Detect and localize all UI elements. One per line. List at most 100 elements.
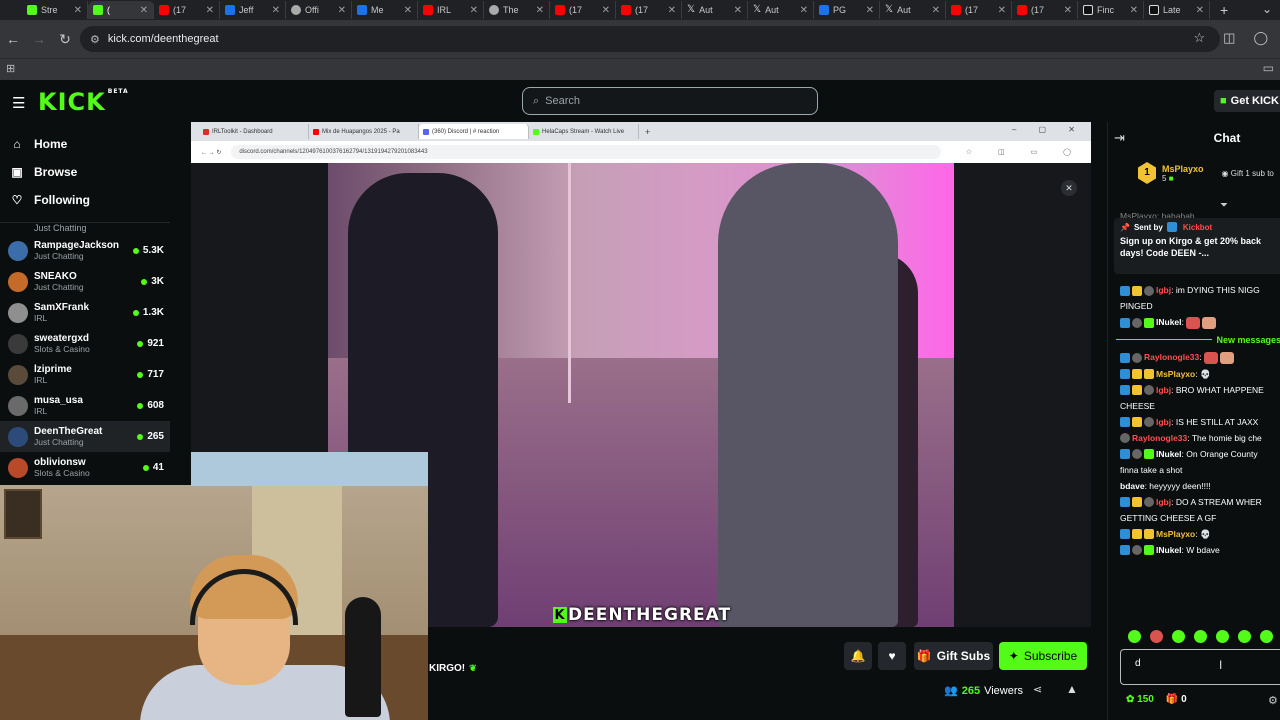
browser-tab[interactable]: (17 ✕ <box>154 1 220 19</box>
chat-username[interactable]: lgbj <box>1156 497 1171 507</box>
browser-tab[interactable]: PG ✕ <box>814 1 880 19</box>
chat-username[interactable]: lgbj <box>1156 285 1171 295</box>
gift-count[interactable]: 🎁 0 <box>1166 694 1187 705</box>
close-tab-icon[interactable]: ✕ <box>602 5 610 16</box>
emote-icon[interactable] <box>1172 630 1185 643</box>
sidebar-item-browse[interactable]: ▣ Browse <box>0 158 170 186</box>
close-tab-icon[interactable]: ✕ <box>998 5 1006 16</box>
browser-tab[interactable]: 𝕏 Aut ✕ <box>682 1 748 19</box>
gift-sub-prompt[interactable]: ◉ Gift 1 sub to <box>1222 169 1274 178</box>
close-tab-icon[interactable]: ✕ <box>1196 5 1204 16</box>
close-tab-icon[interactable]: ✕ <box>470 5 478 16</box>
gift-subs-button[interactable]: 🎁 Gift Subs <box>914 642 993 670</box>
chat-username[interactable]: MsPlayxo <box>1156 529 1195 539</box>
channel-item[interactable]: sweatergxd Slots & Casino 921 <box>0 328 170 359</box>
browser-tab[interactable]: (✕ <box>88 1 154 19</box>
close-tab-icon[interactable]: ✕ <box>734 5 742 16</box>
emote-icon[interactable] <box>1238 630 1251 643</box>
address-bar[interactable]: ⚙ kick.com/deenthegreat <box>80 26 1220 52</box>
browser-tab[interactable]: (17 ✕ <box>616 1 682 19</box>
follow-button[interactable]: ♥ <box>878 642 906 670</box>
chat-username[interactable]: lgbj <box>1156 417 1171 427</box>
chat-username[interactable]: MsPlayxo <box>1156 369 1195 379</box>
menu-icon[interactable]: ☰ <box>12 94 25 112</box>
browser-tab[interactable]: Jeff ✕ <box>220 1 286 19</box>
profile-icon[interactable]: ◯ <box>1253 30 1268 46</box>
get-kick-button[interactable]: ■ Get KICK <box>1214 90 1280 112</box>
browser-tab[interactable]: 𝕏 Aut ✕ <box>880 1 946 19</box>
channel-points[interactable]: ✿ 150 <box>1126 694 1154 705</box>
bookmark-star-icon[interactable]: ☆ <box>1193 30 1205 46</box>
browser-tab[interactable]: Finc ✕ <box>1078 1 1144 19</box>
close-tab-icon[interactable]: ✕ <box>206 5 214 16</box>
browser-tab[interactable]: Stre ✕ <box>22 1 88 19</box>
browser-tab[interactable]: Offi ✕ <box>286 1 352 19</box>
extensions-icon[interactable]: ◫ <box>1223 30 1235 46</box>
reload-icon[interactable]: ↻ <box>52 31 78 48</box>
close-tab-icon[interactable]: ✕ <box>932 5 940 16</box>
channel-item[interactable]: musa_usa IRL 608 <box>0 390 170 421</box>
bookmarks-folder-icon[interactable]: ▭ <box>1263 61 1274 75</box>
kick-logo[interactable]: KICK BETA <box>38 88 129 116</box>
close-tab-icon[interactable]: ✕ <box>1130 5 1138 16</box>
rank-badge: 1 <box>1138 162 1156 184</box>
chat-username[interactable]: lNukel <box>1156 449 1182 459</box>
chat-username[interactable]: Raylonogle33 <box>1132 433 1187 443</box>
apps-grid-icon[interactable]: ⊞ <box>6 62 15 75</box>
channel-item[interactable]: lziprime IRL 717 <box>0 359 170 390</box>
emote-icon[interactable] <box>1194 630 1207 643</box>
close-tab-icon[interactable]: ✕ <box>1064 5 1072 16</box>
channel-item[interactable]: DeenTheGreat Just Chatting 265 <box>0 421 170 452</box>
channel-item[interactable]: oblivionsw Slots & Casino 41 <box>0 452 170 483</box>
share-icon[interactable]: ⋖ <box>1033 683 1042 696</box>
chat-badge-icon <box>1120 317 1130 328</box>
scroll-down-icon[interactable]: ⏷ <box>1220 200 1228 211</box>
chat-username[interactable]: lNukel <box>1156 545 1182 555</box>
sidebar-item-home[interactable]: ⌂ Home <box>0 130 170 158</box>
close-tab-icon[interactable]: ✕ <box>140 5 148 16</box>
chat-settings-gear-icon[interactable]: ⚙ <box>1268 694 1278 707</box>
emote-icon[interactable] <box>1150 630 1163 643</box>
chat-input[interactable]: d I <box>1120 649 1280 685</box>
close-tab-icon[interactable]: ✕ <box>338 5 346 16</box>
chat-username[interactable]: Raylonogle33 <box>1144 352 1199 362</box>
browser-tab[interactable]: (17 ✕ <box>1012 1 1078 19</box>
close-tab-icon[interactable]: ✕ <box>536 5 544 16</box>
close-tab-icon[interactable]: ✕ <box>272 5 280 16</box>
notification-bell-button[interactable]: 🔔 <box>844 642 872 670</box>
browser-tab[interactable]: Me ✕ <box>352 1 418 19</box>
emote-icon[interactable] <box>1260 630 1273 643</box>
new-tab-button[interactable]: + <box>1220 2 1228 18</box>
browser-tab[interactable]: IRL ✕ <box>418 1 484 19</box>
report-warning-icon[interactable]: ▲ <box>1066 682 1078 696</box>
chat-username[interactable]: bdave <box>1120 481 1145 491</box>
browser-tab[interactable]: (17 ✕ <box>550 1 616 19</box>
browser-tab[interactable]: The ✕ <box>484 1 550 19</box>
close-tab-icon[interactable]: ✕ <box>74 5 82 16</box>
chat-text: : On Orange County <box>1181 448 1258 459</box>
chat-username[interactable]: lgbj <box>1156 385 1171 395</box>
search-input[interactable]: ⌕ Search <box>522 87 818 115</box>
browser-tab[interactable]: Late ✕ <box>1144 1 1210 19</box>
browser-tab[interactable]: 𝕏 Aut ✕ <box>748 1 814 19</box>
channel-item[interactable]: RampageJackson Just Chatting 5.3K <box>0 235 170 266</box>
emote-icon[interactable] <box>1216 630 1229 643</box>
forward-icon[interactable]: → <box>26 31 52 47</box>
tab-search-icon[interactable]: ⌄ <box>1262 2 1272 16</box>
browser-tab[interactable]: (17 ✕ <box>946 1 1012 19</box>
channel-item[interactable]: SamXFrank IRL 1.3K <box>0 297 170 328</box>
subscribe-button[interactable]: ✦ Subscribe <box>999 642 1087 670</box>
chat-username[interactable]: lNukel <box>1156 317 1182 327</box>
close-tab-icon[interactable]: ✕ <box>404 5 412 16</box>
site-info-icon[interactable]: ⚙ <box>90 33 100 46</box>
chat-text: : DO A STREAM WHER <box>1171 496 1262 507</box>
channel-item[interactable]: SNEAKO Just Chatting 3K <box>0 266 170 297</box>
close-tab-icon[interactable]: ✕ <box>800 5 808 16</box>
gift-leaderboard[interactable]: 1 MsPlayxo 5 ■ ◉ Gift 1 sub to <box>1138 160 1280 186</box>
emote-icon[interactable] <box>1128 630 1141 643</box>
close-icon[interactable]: ✕ <box>1061 180 1077 196</box>
close-tab-icon[interactable]: ✕ <box>668 5 676 16</box>
back-icon[interactable]: ← <box>0 31 26 47</box>
sidebar-item-following[interactable]: ♡ Following <box>0 186 170 214</box>
close-tab-icon[interactable]: ✕ <box>866 5 874 16</box>
